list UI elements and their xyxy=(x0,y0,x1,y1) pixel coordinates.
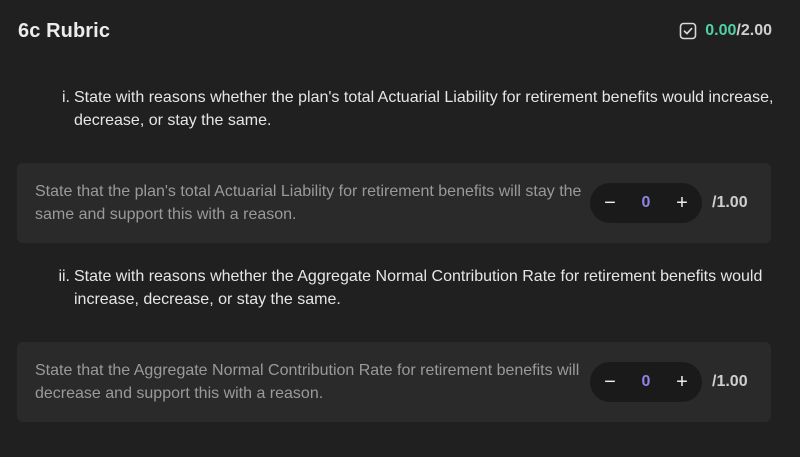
question-text: State with reasons whether the Aggregate… xyxy=(74,268,763,308)
rubric-title: 6c Rubric xyxy=(18,19,111,42)
score-total: 2.00 xyxy=(740,22,772,39)
max-points: /1.00 xyxy=(712,194,748,211)
rubric-panel: 6c Rubric 0.00/2.00 i. State with reason… xyxy=(0,0,800,457)
question-ii: ii. State with reasons whether the Aggre… xyxy=(50,265,780,311)
criterion-card: State that the plan's total Actuarial Li… xyxy=(17,163,771,243)
increment-button[interactable]: + xyxy=(672,371,692,393)
question-number: i. xyxy=(62,89,70,106)
criterion-text: State that the plan's total Actuarial Li… xyxy=(35,183,582,223)
increment-button[interactable]: + xyxy=(672,192,692,214)
criterion-text: State that the Aggregate Normal Contribu… xyxy=(35,362,580,402)
points-stepper[interactable]: − 0 + xyxy=(590,362,702,402)
checkbox-icon xyxy=(679,22,697,40)
points-stepper[interactable]: − 0 + xyxy=(590,183,702,223)
rubric-header: 6c Rubric 0.00/2.00 xyxy=(18,16,772,46)
points-value[interactable]: 0 xyxy=(631,194,661,212)
score-summary: 0.00/2.00 xyxy=(679,22,772,40)
decrement-button[interactable]: − xyxy=(600,192,620,214)
question-text: State with reasons whether the plan's to… xyxy=(74,89,774,129)
question-i: i. State with reasons whether the plan's… xyxy=(56,86,780,132)
score-earned: 0.00 xyxy=(705,22,737,39)
decrement-button[interactable]: − xyxy=(600,371,620,393)
criterion-card: State that the Aggregate Normal Contribu… xyxy=(17,342,771,422)
question-number: ii. xyxy=(58,268,70,285)
max-points: /1.00 xyxy=(712,373,748,390)
points-value[interactable]: 0 xyxy=(631,373,661,391)
